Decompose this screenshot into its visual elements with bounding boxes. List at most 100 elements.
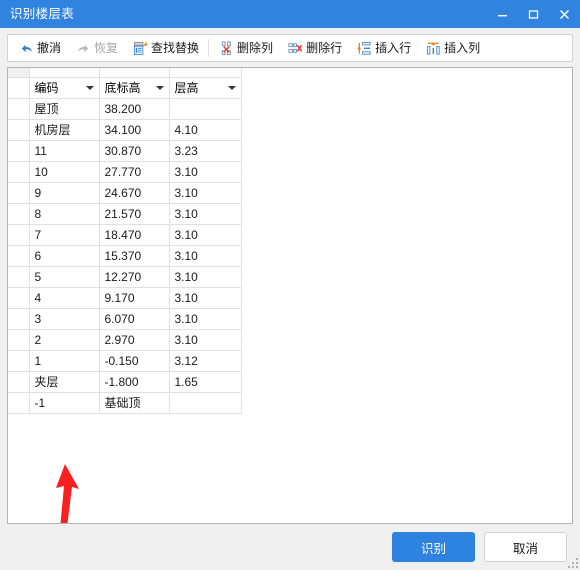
toolbar-button-insert-column[interactable]: 插入列 xyxy=(419,36,486,60)
filter-arrow-icon[interactable] xyxy=(85,85,94,90)
cell-code[interactable]: 11 xyxy=(29,140,100,162)
corner-cell[interactable] xyxy=(8,77,30,99)
recognize-button[interactable]: 识别 xyxy=(392,532,475,562)
toolbar-button-insert-row[interactable]: 插入行 xyxy=(350,36,417,60)
cell-floor-height[interactable] xyxy=(169,98,242,120)
row-header[interactable] xyxy=(8,287,30,309)
cell-code[interactable]: 10 xyxy=(29,161,100,183)
row-header[interactable] xyxy=(8,266,30,288)
column-header-base-elevation[interactable]: 底标高 xyxy=(99,77,170,99)
table-row[interactable]: 4 9.170 3.10 xyxy=(8,287,242,309)
cell-code[interactable]: 9 xyxy=(29,182,100,204)
toolbar-button-undo[interactable]: 撤消 xyxy=(12,36,67,60)
cell-floor-height[interactable]: 3.12 xyxy=(169,350,242,372)
table-row[interactable]: 11 30.870 3.23 xyxy=(8,140,242,162)
cell-floor-height[interactable]: 3.10 xyxy=(169,329,242,351)
cell-base-elevation[interactable]: 24.670 xyxy=(99,182,170,204)
title-bar[interactable]: 识别楼层表 xyxy=(0,0,580,28)
table-row[interactable]: 5 12.270 3.10 xyxy=(8,266,242,288)
row-header[interactable] xyxy=(8,245,30,267)
cell-floor-height[interactable]: 3.10 xyxy=(169,266,242,288)
toolbar-button-delete-column[interactable]: 删除列 xyxy=(212,36,279,60)
row-header[interactable] xyxy=(8,140,30,162)
cell-base-elevation[interactable]: -0.150 xyxy=(99,350,170,372)
cell-floor-height[interactable] xyxy=(169,392,242,414)
cell-base-elevation[interactable]: 30.870 xyxy=(99,140,170,162)
toolbar-button-redo[interactable]: 恢复 xyxy=(69,36,124,60)
table-row[interactable]: 机房层 34.100 4.10 xyxy=(8,119,242,141)
row-header[interactable] xyxy=(8,119,30,141)
row-header[interactable] xyxy=(8,161,30,183)
row-header[interactable] xyxy=(8,224,30,246)
filter-arrow-icon[interactable] xyxy=(155,85,164,90)
cell-code[interactable]: 3 xyxy=(29,308,100,330)
cell-floor-height[interactable]: 3.10 xyxy=(169,203,242,225)
cell-base-elevation[interactable]: 15.370 xyxy=(99,245,170,267)
cell-code[interactable]: 7 xyxy=(29,224,100,246)
cell-floor-height[interactable]: 3.10 xyxy=(169,161,242,183)
row-header[interactable] xyxy=(8,203,30,225)
table-row[interactable]: -1 基础顶 xyxy=(8,392,242,414)
toolbar-button-delete-row[interactable]: 删除行 xyxy=(281,36,348,60)
table-row[interactable]: 1 -0.150 3.12 xyxy=(8,350,242,372)
cell-code[interactable]: 机房层 xyxy=(29,119,100,141)
toolbar-container: 撤消 恢复 查找替换 删除列 删除行 插入行 插入列 xyxy=(0,28,580,62)
cell-floor-height[interactable]: 3.10 xyxy=(169,245,242,267)
cell-base-elevation[interactable]: 9.170 xyxy=(99,287,170,309)
table-row[interactable]: 8 21.570 3.10 xyxy=(8,203,242,225)
cell-floor-height[interactable]: 3.10 xyxy=(169,287,242,309)
cell-base-elevation[interactable]: 12.270 xyxy=(99,266,170,288)
floor-table[interactable]: 编码 底标高 层高 屋顶 38.200 机房层 34.100 4.10 11 3… xyxy=(8,68,242,414)
cell-code[interactable]: 8 xyxy=(29,203,100,225)
table-row[interactable]: 9 24.670 3.10 xyxy=(8,182,242,204)
row-header[interactable] xyxy=(8,329,30,351)
filter-arrow-icon[interactable] xyxy=(227,85,236,90)
row-header[interactable] xyxy=(8,308,30,330)
cell-code[interactable]: -1 xyxy=(29,392,100,414)
table-row[interactable]: 3 6.070 3.10 xyxy=(8,308,242,330)
table-row[interactable]: 6 15.370 3.10 xyxy=(8,245,242,267)
cell-code[interactable]: 屋顶 xyxy=(29,98,100,120)
maximize-button[interactable] xyxy=(518,0,549,28)
column-header-code[interactable]: 编码 xyxy=(29,77,100,99)
cell-base-elevation[interactable]: 18.470 xyxy=(99,224,170,246)
cell-floor-height[interactable]: 3.23 xyxy=(169,140,242,162)
cell-base-elevation[interactable]: -1.800 xyxy=(99,371,170,393)
table-row[interactable]: 屋顶 38.200 xyxy=(8,98,242,120)
cell-code[interactable]: 4 xyxy=(29,287,100,309)
cell-floor-height[interactable]: 1.65 xyxy=(169,371,242,393)
table-row[interactable]: 2 2.970 3.10 xyxy=(8,329,242,351)
cell-floor-height[interactable]: 3.10 xyxy=(169,224,242,246)
table-row[interactable]: 10 27.770 3.10 xyxy=(8,161,242,183)
cell-base-elevation[interactable]: 2.970 xyxy=(99,329,170,351)
cell-floor-height[interactable]: 4.10 xyxy=(169,119,242,141)
cell-code[interactable]: 5 xyxy=(29,266,100,288)
cell-code[interactable]: 6 xyxy=(29,245,100,267)
minimize-button[interactable] xyxy=(487,0,518,28)
cell-base-elevation[interactable]: 34.100 xyxy=(99,119,170,141)
column-header-floor-height[interactable]: 层高 xyxy=(169,77,242,99)
row-header[interactable] xyxy=(8,371,30,393)
cell-base-elevation[interactable]: 21.570 xyxy=(99,203,170,225)
cell-base-elevation[interactable]: 6.070 xyxy=(99,308,170,330)
row-header[interactable] xyxy=(8,98,30,120)
data-grid-panel[interactable]: 编码 底标高 层高 屋顶 38.200 机房层 34.100 4.10 11 3… xyxy=(7,67,573,524)
table-row[interactable]: 7 18.470 3.10 xyxy=(8,224,242,246)
cell-code[interactable]: 1 xyxy=(29,350,100,372)
cell-base-elevation[interactable]: 27.770 xyxy=(99,161,170,183)
toolbar-button-find-replace[interactable]: 查找替换 xyxy=(126,36,205,60)
cell-floor-height[interactable]: 3.10 xyxy=(169,308,242,330)
cell-code-highlighted[interactable]: 夹层 xyxy=(29,371,100,393)
row-header[interactable] xyxy=(8,182,30,204)
table-row-highlighted[interactable]: 夹层 -1.800 1.65 xyxy=(8,371,242,393)
resize-grip[interactable] xyxy=(566,556,578,568)
cell-base-elevation[interactable]: 基础顶 xyxy=(99,392,170,414)
cell-floor-height[interactable]: 3.10 xyxy=(169,182,242,204)
close-button[interactable] xyxy=(549,0,580,28)
toolbar-label-insert-column: 插入列 xyxy=(444,41,481,55)
cancel-button[interactable]: 取消 xyxy=(484,532,567,562)
cell-code[interactable]: 2 xyxy=(29,329,100,351)
row-header[interactable] xyxy=(8,350,30,372)
cell-base-elevation[interactable]: 38.200 xyxy=(99,98,170,120)
row-header[interactable] xyxy=(8,392,30,414)
